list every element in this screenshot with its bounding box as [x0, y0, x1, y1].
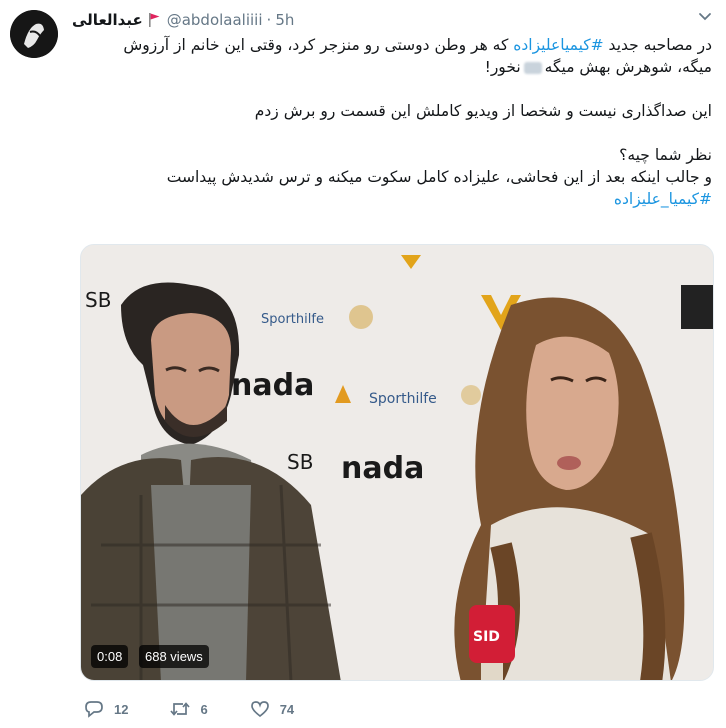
chevron-down-icon[interactable]: [698, 12, 712, 22]
timestamp[interactable]: 5h: [275, 11, 294, 29]
user-handle[interactable]: @abdolaaliiii: [167, 11, 263, 29]
reply-icon: [85, 701, 103, 718]
tweet-line-2: میگه، شوهرش بهش میگه نخور!: [72, 56, 712, 78]
tweet-text-segment: نخور!: [484, 58, 521, 76]
video-duration: 0:08: [91, 645, 129, 668]
tweet-actions: 12 6 74: [84, 700, 336, 718]
tweet-line-6: #کیمیا_علیزاده: [72, 188, 712, 210]
svg-text:SID: SID: [473, 629, 500, 645]
reply-count: 12: [114, 701, 129, 717]
censored-word: [523, 61, 542, 74]
tweet-line-4: نظر شما چیه؟: [619, 146, 712, 164]
retweet-count: 6: [200, 701, 208, 717]
backdrop-logo-sb: SB: [287, 450, 313, 474]
backdrop-logo-sporthilfe: Sporthilfe: [261, 312, 324, 327]
tweet-text: در مصاحبه جدید #کیمیاعلیزاده که هر وطن د…: [72, 34, 712, 210]
backdrop-logo-nada-2: nada: [341, 451, 424, 486]
tweet-text-segment: میگه، شوهرش بهش میگه: [544, 58, 712, 76]
video-player[interactable]: nada nada Sporthilfe Sporthilfe SB SB SI…: [80, 244, 714, 681]
like-count: 74: [279, 701, 295, 717]
backdrop-logo-sporthilfe-2: Sporthilfe: [369, 391, 437, 407]
hashtag-link[interactable]: #کیمیا_علیزاده: [614, 190, 712, 208]
separator: ·: [266, 11, 272, 29]
tweet-line-1: در مصاحبه جدید #کیمیاعلیزاده که هر وطن د…: [72, 34, 712, 56]
display-name[interactable]: عبدالعالی: [72, 11, 143, 29]
video-view-count: 688 views: [139, 645, 209, 668]
backdrop-logo-sb-2: SB: [85, 288, 111, 312]
tweet-text-segment: در مصاحبه جدید: [603, 36, 712, 54]
avatar[interactable]: [10, 10, 58, 58]
reply-button[interactable]: 12: [84, 700, 128, 718]
flag-icon: [148, 13, 160, 27]
retweet-button[interactable]: 6: [170, 700, 208, 718]
like-icon: [250, 701, 269, 718]
tweet-line-3: این صداگذاری نیست و شخصا از ویدیو کاملش …: [254, 102, 712, 120]
backdrop-logo-nada: nada: [231, 368, 314, 403]
tweet-header: عبدالعالی @abdolaaliiii · 5h: [72, 8, 714, 32]
like-button[interactable]: 74: [250, 700, 294, 718]
hashtag-link[interactable]: #کیمیاعلیزاده: [513, 36, 603, 54]
video-frame: nada nada Sporthilfe Sporthilfe SB SB SI…: [81, 245, 713, 680]
retweet-icon: [170, 702, 191, 716]
tweet-text-segment: که هر وطن دوستی رو منزجر کرد، وقتی این خ…: [123, 36, 514, 54]
tweet-line-5: و جالب اینکه بعد از این فحاشی، علیزاده ک…: [166, 168, 712, 186]
